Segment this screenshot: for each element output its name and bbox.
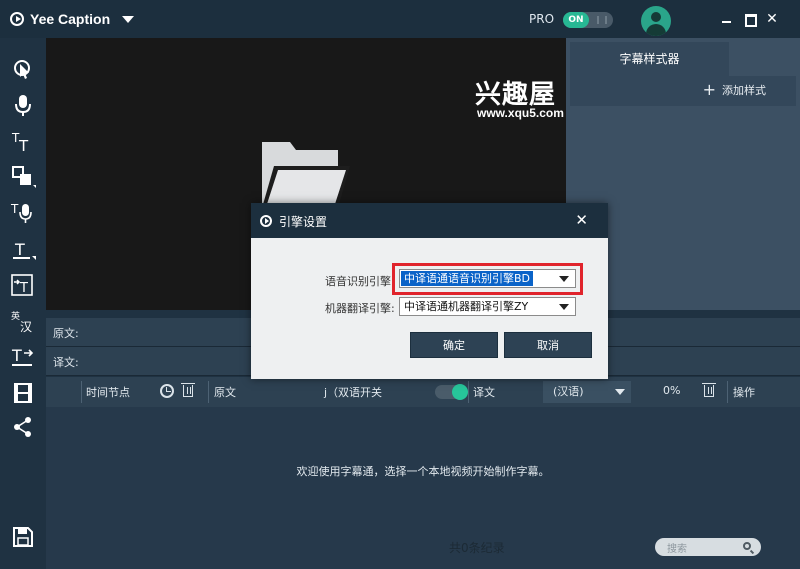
search-input[interactable]: 搜索 (655, 538, 761, 556)
add-style-button[interactable]: + 添加样式 (703, 82, 766, 98)
confirm-button[interactable]: 确定 (410, 332, 498, 358)
style-toolbar: + 添加样式 (570, 76, 796, 106)
speech-engine-value: 中译语通语音识别引擎BD (401, 271, 534, 286)
record-count: 共0条纪录 (449, 541, 505, 555)
trash-icon[interactable] (702, 383, 716, 397)
search-placeholder: 搜索 (667, 544, 687, 555)
engine-settings-dialog: 引擎设置 ✕ 语音识别引擎: 中译语通语音识别引擎BD 机器翻译引擎: 中译语通… (251, 203, 608, 379)
close-window-button[interactable]: ✕ (763, 10, 781, 28)
chevron-down-icon (615, 389, 625, 395)
svg-text:T: T (18, 137, 29, 154)
mt-engine-label: 机器翻译引擎: (325, 302, 395, 315)
trash-icon[interactable] (181, 383, 195, 397)
clock-icon[interactable] (160, 384, 174, 398)
mt-engine-value: 中译语通机器翻译引擎ZY (404, 300, 529, 313)
minimize-button[interactable] (718, 10, 736, 28)
toggle-knob (452, 384, 468, 400)
text-frame-icon[interactable]: T (10, 236, 36, 262)
bilingual-toggle[interactable] (435, 384, 468, 400)
column-translation: 译文 (473, 386, 495, 399)
save-icon[interactable] (10, 524, 36, 550)
chevron-down-icon (559, 304, 569, 310)
subtitle-list: 欢迎使用字幕通，选择一个本地视频开始制作字幕。 共0条纪录 搜索 (46, 407, 800, 569)
app-menu-chevron-down-icon[interactable] (122, 15, 135, 23)
translate-icon[interactable]: 英汉 (10, 308, 36, 334)
search-icon[interactable] (743, 542, 751, 550)
bilingual-prefix: j（ (324, 386, 339, 399)
app-title: Yee Caption (30, 11, 111, 27)
subtitle-table-header: 时间节点 原文 j（ 双语开关 译文 (汉语) 0% 操作 (46, 377, 800, 407)
dialog-header: 引擎设置 ✕ (251, 203, 608, 238)
column-divider (81, 381, 82, 403)
svg-text:T: T (14, 240, 25, 259)
share-icon[interactable] (10, 414, 36, 440)
svg-text:T: T (10, 202, 19, 216)
dialog-close-button[interactable]: ✕ (575, 211, 588, 229)
cursor-icon[interactable] (10, 56, 36, 82)
left-toolbar: TT T T T 英汉 T (0, 38, 46, 569)
user-head-icon (651, 12, 661, 22)
user-body-icon (646, 24, 666, 36)
column-time: 时间节点 (86, 386, 130, 399)
column-divider (468, 381, 469, 403)
bilingual-label: 双语开关 (338, 386, 382, 399)
column-source: 原文 (214, 386, 236, 399)
voice-text-icon[interactable]: T (10, 200, 36, 226)
tab-subtitle-styles[interactable]: 字幕样式器 (570, 42, 729, 76)
plus-icon: + (702, 80, 716, 99)
cancel-button[interactable]: 取消 (504, 332, 592, 358)
watermark-url: www.xqu5.com (477, 106, 564, 120)
speech-engine-select[interactable]: 中译语通语音识别引擎BD (399, 269, 576, 288)
add-style-label: 添加样式 (722, 84, 766, 97)
progress-percent: 0% (663, 384, 681, 397)
shape-icon[interactable] (10, 164, 36, 190)
svg-text:T: T (19, 281, 28, 296)
chevron-down-icon (559, 276, 569, 282)
column-actions: 操作 (733, 386, 755, 399)
column-divider (727, 381, 728, 403)
text-arrow-icon[interactable]: T (10, 272, 36, 298)
pro-toggle[interactable]: ON (563, 12, 613, 28)
pro-label: PRO (529, 12, 555, 26)
mt-engine-select[interactable]: 中译语通机器翻译引擎ZY (399, 297, 576, 316)
app-logo-icon (260, 215, 272, 227)
column-divider (208, 381, 209, 403)
source-text-label: 原文: (53, 327, 79, 340)
app-logo-icon (10, 12, 24, 26)
microphone-icon[interactable] (10, 92, 36, 118)
svg-text:汉: 汉 (20, 320, 32, 334)
empty-message: 欢迎使用字幕通，选择一个本地视频开始制作字幕。 (296, 465, 550, 478)
target-language-select[interactable]: (汉语) (543, 381, 631, 403)
film-icon[interactable] (10, 380, 36, 406)
text-tool-icon[interactable]: TT (10, 128, 36, 155)
translation-text-label: 译文: (53, 356, 79, 369)
target-language-value: (汉语) (553, 385, 584, 398)
speech-engine-label: 语音识别引擎: (325, 275, 395, 288)
svg-text:英: 英 (11, 310, 20, 322)
svg-text:T: T (11, 346, 22, 365)
maximize-button[interactable] (741, 10, 759, 28)
dialog-title: 引擎设置 (279, 215, 328, 229)
text-export-icon[interactable]: T (10, 344, 36, 370)
user-avatar[interactable] (641, 6, 671, 36)
title-bar: Yee Caption PRO ON ✕ (0, 0, 800, 38)
pro-toggle-state: ON (563, 12, 589, 28)
toggle-grip-icon (597, 16, 607, 24)
